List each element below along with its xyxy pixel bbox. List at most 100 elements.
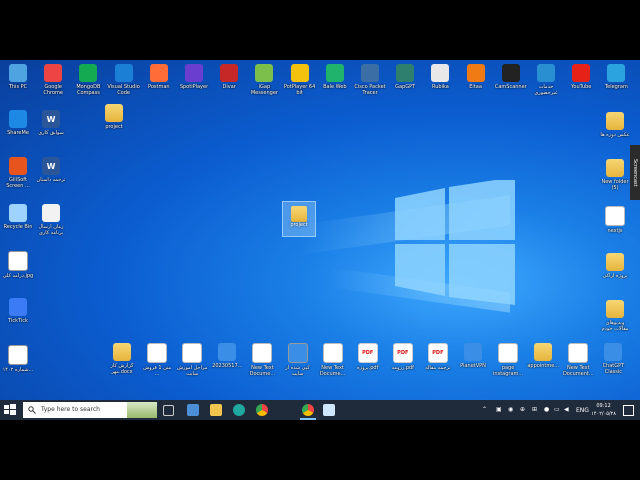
windows-logo-wallpaper <box>395 180 515 305</box>
desktop-icon-label: nextjs <box>607 228 623 234</box>
desktop-icon-label: New Text Document... <box>562 365 594 377</box>
desktop-icon-label: GapGPT <box>395 84 416 90</box>
active-app-indicator <box>300 418 316 420</box>
tray-app-icon[interactable]: ⊕ <box>520 406 525 413</box>
desktop-icon-label: Eitaa <box>469 84 482 90</box>
desktop-icon[interactable]: 20230517... <box>210 343 244 369</box>
desktop-icon-label: زمان ارسال برنامه کاری <box>38 224 64 236</box>
desktop-icon[interactable]: nextjs <box>598 206 632 234</box>
desktop-icon[interactable]: GiliSoft Screen ... <box>1 157 35 189</box>
edge-icon[interactable] <box>233 404 245 416</box>
folder-icon <box>606 253 624 271</box>
desktop-icon[interactable]: appointme... <box>526 343 560 369</box>
language-indicator[interactable]: ENG <box>576 407 589 414</box>
desktop-icon[interactable]: Visual Studio Code <box>107 64 141 96</box>
clock[interactable]: 09:12 ۱۴۰۲/۰۵/۲۸ <box>591 402 616 418</box>
desktop-icon[interactable]: Recycle Bin <box>1 204 35 230</box>
desktop-icon-label: This PC <box>8 84 28 90</box>
desktop-icon[interactable]: Postman <box>142 64 176 90</box>
desktop-icon[interactable]: W ترجمه داستان <box>34 157 68 183</box>
desktop-icon[interactable]: TickTick <box>1 298 35 324</box>
desktop-icon[interactable]: Telegram <box>599 64 633 90</box>
desktop-icon-label: ترجمه مقاله <box>425 365 451 371</box>
pdf-icon: PDF <box>357 343 378 363</box>
task-view-icon[interactable] <box>163 405 174 416</box>
desktop-icon-project-selected[interactable]: project <box>282 201 316 237</box>
desktop-icon[interactable]: خدمات غیرحضوری <box>529 64 563 96</box>
desktop-icon[interactable]: PDF پروژه.pdf <box>351 343 385 371</box>
image-icon <box>8 345 28 365</box>
system-tray: ⌃ ▣ ◉ ⊕ ⊞ ● ▭ ◀ ENG 09:12 ۱۴۰۲/۰۵/۲۸ <box>470 400 640 420</box>
tray-app-icon[interactable]: ⊞ <box>532 406 537 413</box>
service-icon <box>537 64 555 82</box>
taskbar-search-input[interactable]: Type here to search <box>23 402 157 418</box>
microphone-icon[interactable]: ● <box>544 406 549 413</box>
desktop-icon[interactable]: مراحل آموزش سایت <box>175 343 209 377</box>
desktop-icon-label: New Text Docume... <box>319 365 346 377</box>
search-highlight-image <box>127 402 157 418</box>
desktop-icon[interactable]: New Text Docume... <box>316 343 350 377</box>
desktop-icon[interactable]: شماره ۱۴۰۲... <box>1 345 35 373</box>
volume-icon[interactable]: ◀ <box>564 406 569 413</box>
desktop-icon-label: appointme... <box>527 363 560 369</box>
desktop-icon[interactable]: Eitaa <box>459 64 493 90</box>
desktop-icon-label: شماره ۱۴۰۲... <box>2 367 34 373</box>
desktop-icon[interactable]: درآمد کلی.jpg <box>1 251 35 279</box>
desktop-icon[interactable]: Rubika <box>423 64 457 90</box>
desktop-icon-label: ShareMe <box>7 130 29 136</box>
desktop-icon[interactable]: page instagram... <box>491 343 525 377</box>
desktop-icon[interactable]: PDF ترجمه مقاله <box>421 343 455 371</box>
desktop-icon[interactable]: MongoDB Compass <box>71 64 105 96</box>
tray-app-icon[interactable]: ◉ <box>508 406 513 413</box>
tray-chevron-icon[interactable]: ⌃ <box>482 406 487 413</box>
desktop-icon[interactable]: PlanetVPN <box>456 343 490 369</box>
desktop-icon[interactable]: New folder (5) <box>598 159 632 191</box>
desktop-icon-project-small[interactable]: project <box>97 104 131 130</box>
share-icon <box>9 110 27 128</box>
desktop-icon[interactable]: ChatGPT Classic <box>596 343 630 375</box>
packet-tracer-icon <box>361 64 379 82</box>
notepad-icon[interactable] <box>323 404 335 416</box>
telegram-icon <box>607 64 626 82</box>
desktop-icon[interactable]: کپی شده از سایت <box>281 343 315 377</box>
desktop-icon[interactable]: W سوابق کاری <box>34 110 68 136</box>
desktop-icon[interactable]: PDF رزومه.pdf <box>386 343 420 371</box>
desktop-icon[interactable]: زمان ارسال برنامه کاری <box>34 204 68 236</box>
desktop-icon[interactable]: New Text Document... <box>561 343 595 377</box>
widgets-icon[interactable] <box>187 404 199 416</box>
desktop-icon[interactable]: This PC <box>1 64 35 90</box>
folder-icon <box>606 112 624 130</box>
desktop-icon[interactable]: متن 1 فروش ... <box>140 343 174 377</box>
desktop-icon[interactable]: iGap Messenger <box>247 64 281 96</box>
desktop-icon[interactable]: ShareMe <box>1 110 35 136</box>
doc-icon <box>498 343 519 363</box>
desktop-icon[interactable]: Cisco Packet Tracer <box>353 64 387 96</box>
desktop-icon[interactable]: Google Chrome <box>36 64 70 96</box>
mp3-icon <box>218 343 237 361</box>
desktop-icon[interactable]: Bale Web <box>318 64 352 90</box>
windows-start-icon[interactable] <box>3 403 17 417</box>
igap-icon <box>255 64 274 82</box>
desktop-icon[interactable]: پروژه اراکی <box>598 253 632 279</box>
chrome-icon <box>44 64 63 82</box>
notification-icon[interactable] <box>623 405 634 416</box>
desktop-icon-label: New folder (5) <box>601 179 629 191</box>
desktop-icon[interactable]: گزارش کار مهر.docx <box>105 343 139 375</box>
desktop-icon[interactable]: SpotiPlayer <box>177 64 211 90</box>
desktop-icon[interactable]: New Text Docume... <box>245 343 279 377</box>
rubika-icon <box>431 64 450 82</box>
desktop-icon[interactable]: CamScanner <box>494 64 528 90</box>
divar-icon <box>220 64 239 82</box>
image-icon <box>287 343 308 363</box>
chrome-active-icon[interactable] <box>302 404 314 416</box>
desktop-icon[interactable]: GapGPT <box>388 64 422 90</box>
desktop-icon[interactable]: Divar <box>212 64 246 90</box>
desktop-icon[interactable]: ویدیوهای مقالات خودم <box>598 300 632 332</box>
desktop-icon[interactable]: عکس دوره ها <box>598 112 632 138</box>
chrome-icon[interactable] <box>256 404 268 416</box>
desktop-icon[interactable]: YouTube <box>564 64 598 90</box>
desktop-icon[interactable]: PotPlayer 64 bit <box>283 64 317 96</box>
network-icon[interactable]: ▭ <box>554 406 560 413</box>
file-explorer-icon[interactable] <box>210 404 222 416</box>
tray-app-icon[interactable]: ▣ <box>496 406 502 413</box>
